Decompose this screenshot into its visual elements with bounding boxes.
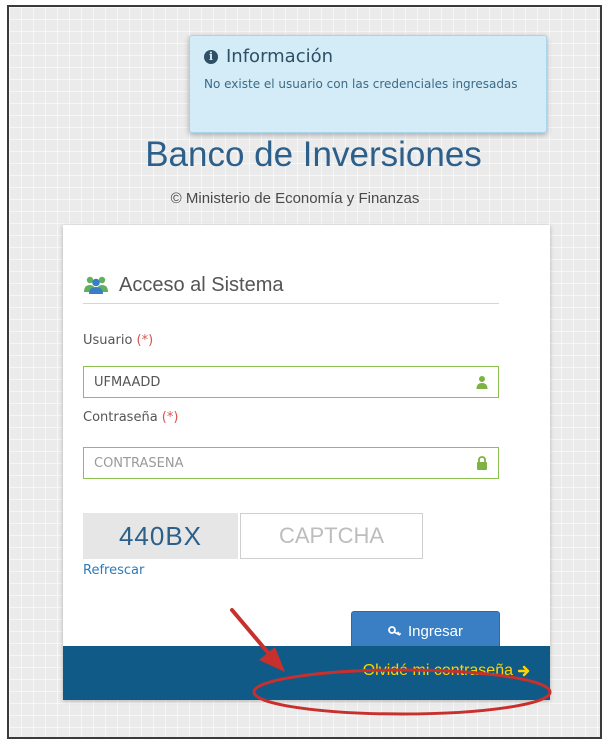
user-icon	[476, 376, 488, 389]
app-title: Banco de Inversiones	[145, 135, 482, 174]
info-circle-icon: i	[204, 49, 218, 64]
login-panel: Acceso al Sistema Usuario (*) Contraseña…	[63, 225, 550, 700]
alert-title-row: i Información	[204, 46, 532, 67]
arrow-right-icon	[518, 665, 530, 677]
password-required-mark: (*)	[161, 410, 179, 425]
users-icon	[84, 276, 108, 294]
user-input[interactable]	[84, 367, 476, 397]
login-button-label: Ingresar	[407, 622, 464, 640]
password-label-row: Contraseña (*)	[83, 410, 178, 425]
panel-footer: Olvidé mi contraseña	[63, 646, 550, 700]
app-subtitle: © Ministerio de Economía y Finanzas	[170, 190, 420, 207]
user-field	[83, 366, 499, 398]
captcha-image: 440BX	[83, 513, 238, 559]
login-button[interactable]: Ingresar	[351, 611, 500, 651]
forgot-password-label: Olvidé mi contraseña	[362, 662, 513, 679]
page-frame: i Información No existe el usuario con l…	[7, 5, 602, 739]
login-heading-label: Acceso al Sistema	[119, 273, 284, 296]
info-alert: i Información No existe el usuario con l…	[189, 35, 547, 133]
user-label: Usuario	[83, 333, 133, 348]
alert-message: No existe el usuario con las credenciale…	[204, 77, 518, 91]
password-label: Contraseña	[83, 410, 158, 425]
user-required-mark: (*)	[136, 333, 154, 348]
lock-icon	[477, 456, 487, 470]
alert-title: Información	[226, 46, 334, 67]
login-heading: Acceso al Sistema	[83, 267, 499, 304]
password-input[interactable]	[84, 448, 476, 478]
captcha-input[interactable]	[240, 513, 423, 559]
user-label-row: Usuario (*)	[83, 333, 153, 348]
forgot-password-link[interactable]: Olvidé mi contraseña	[363, 662, 530, 680]
key-icon	[388, 626, 402, 636]
password-field	[83, 447, 499, 479]
refresh-captcha-link[interactable]: Refrescar	[83, 563, 144, 578]
